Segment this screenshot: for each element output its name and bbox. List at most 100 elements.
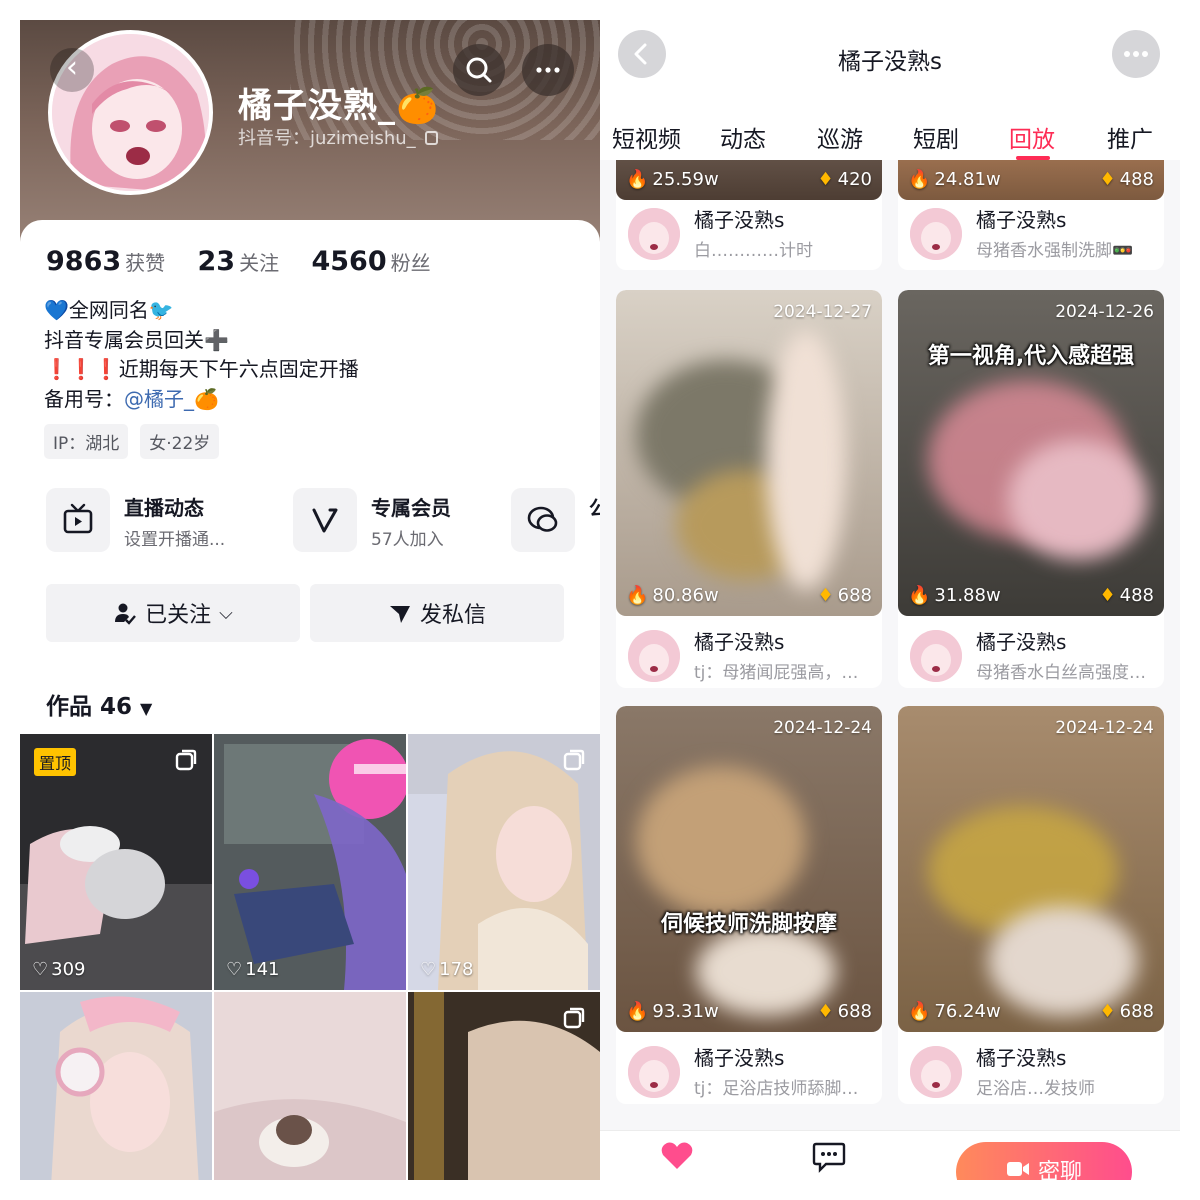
work-thumbnail[interactable]: 置顶 ♡ 309 xyxy=(20,734,212,990)
backup-account-link[interactable]: @橘子_🍊 xyxy=(124,387,219,411)
work-thumbnail[interactable] xyxy=(214,992,406,1180)
feature-title: 直播动态 xyxy=(124,496,204,520)
live-feature-button[interactable] xyxy=(46,488,110,552)
secret-chat-button[interactable]: 密聊 xyxy=(956,1142,1132,1180)
douyin-id[interactable]: 抖音号：juzimeishu_ xyxy=(238,124,439,150)
replay-description: 母猪香水白丝高强度… xyxy=(976,663,1146,683)
bottom-action-bar: 密聊 xyxy=(600,1130,1180,1180)
replay-date: 2024-12-24 xyxy=(1055,718,1154,738)
diamond-count-value: 488 xyxy=(1119,585,1154,606)
diamond-count-value: 688 xyxy=(837,585,872,606)
like-count: ♡ 309 xyxy=(32,959,86,980)
back-button[interactable]: ‹ xyxy=(50,48,94,92)
author-name: 橘子没熟s xyxy=(694,630,785,654)
replay-card[interactable]: 伺候技师洗脚按摩 2024-12-24 🔥 93.31w ♦ 688 橘子没熟s t… xyxy=(616,706,882,1104)
backup-label: 备用号： xyxy=(44,386,124,411)
view-count: 🔥 93.31w xyxy=(626,1001,719,1022)
more-dots-icon xyxy=(536,67,560,73)
replay-card[interactable]: 2024-12-27 🔥 80.86w ♦ 688 橘子没熟s tj：母猪闻屁强高，… xyxy=(616,290,882,688)
gender-age-tag: 女·22岁 xyxy=(140,424,220,459)
tab-short-video[interactable]: 短视频 xyxy=(612,120,681,154)
replay-meta: 橘子没熟s 母猪香水强制洗脚🚥 xyxy=(898,194,1164,266)
view-count: 🔥 24.81w xyxy=(908,169,1001,190)
diamond-count-value: 688 xyxy=(1119,1001,1154,1022)
group-chat-icon xyxy=(527,506,558,532)
send-message-button[interactable]: 发私信 xyxy=(310,584,564,642)
replay-top-bar: 橘子没熟s xyxy=(600,20,1180,100)
stat-value: 9863 xyxy=(46,246,122,277)
author-avatar[interactable] xyxy=(910,630,962,682)
profile-bio: 💙全网同名🐦 抖音专属会员回关➕ ❗❗❗近期每天下午六点固定开播 备用号：@橘子… xyxy=(44,296,359,414)
diamond-count-value: 488 xyxy=(1119,169,1154,190)
stat-following[interactable]: 23 关注 xyxy=(198,246,280,277)
more-button[interactable] xyxy=(1112,30,1160,78)
membership-feature-button[interactable] xyxy=(293,488,357,552)
heart-icon[interactable] xyxy=(660,1141,694,1171)
replay-overlay-text: 第一视角,代入感超强 xyxy=(927,344,1135,369)
tab-short-drama[interactable]: 短剧 xyxy=(913,120,959,154)
profile-name-text: 橘子没熟_ xyxy=(238,86,396,126)
author-avatar[interactable] xyxy=(910,1046,962,1098)
following-button[interactable]: 已关注 ⌵ xyxy=(46,584,300,642)
work-thumbnail[interactable]: ♡ 178 xyxy=(408,734,600,990)
orange-emoji: 🍊 xyxy=(396,86,440,126)
author-name: 橘子没熟s xyxy=(976,1046,1067,1070)
replay-meta: 橘子没熟s 足浴店…发技师 xyxy=(898,1032,1164,1104)
author-avatar[interactable] xyxy=(628,1046,680,1098)
replay-card[interactable]: 第一视角,代入感超强 2024-12-26 🔥 31.88w ♦ 488 橘子没熟s… xyxy=(898,290,1164,688)
author-name: 橘子没熟s xyxy=(976,208,1067,232)
replay-date: 2024-12-26 xyxy=(1055,302,1154,322)
view-count: 🔥 31.88w xyxy=(908,585,1001,606)
search-button[interactable] xyxy=(453,44,505,96)
video-camera-icon xyxy=(1006,1162,1029,1176)
replay-thumbnail: 2024-12-27 🔥 80.86w ♦ 688 xyxy=(616,290,882,616)
diamond-count: ♦ 488 xyxy=(1099,169,1155,190)
page-title: 橘子没熟s xyxy=(838,49,942,75)
stat-label: 关注 xyxy=(239,251,280,275)
stat-label: 获赞 xyxy=(125,251,166,275)
tab-moments[interactable]: 动态 xyxy=(720,120,766,154)
copy-icon[interactable] xyxy=(425,131,439,145)
multi-image-icon xyxy=(563,749,585,771)
work-thumbnail[interactable]: ♡ 141 xyxy=(214,734,406,990)
group-feature-button[interactable] xyxy=(511,488,575,552)
author-name: 橘子没熟s xyxy=(694,1046,785,1070)
ip-tag: IP：湖北 xyxy=(44,424,129,459)
tv-icon xyxy=(63,503,93,534)
bio-line: 备用号：@橘子_🍊 xyxy=(44,385,359,415)
works-grid: 置顶 ♡ 309 ♡ 141 ♡ 178 xyxy=(20,734,600,1180)
multi-image-icon xyxy=(563,1007,585,1029)
replay-card[interactable]: 2024-12-24 🔥 76.24w ♦ 688 橘子没熟s 足浴店…发技师 xyxy=(898,706,1164,1104)
content-tabs: 短视频 动态 巡游 短剧 回放 推广 xyxy=(600,100,1180,160)
pinned-badge: 置顶 xyxy=(34,748,77,776)
feature-row: 直播动态 设置开播通... 专属会员 57人加入 公 xyxy=(46,488,600,552)
stat-followers[interactable]: 4560 粉丝 xyxy=(311,246,430,277)
works-count: 作品 46 xyxy=(46,694,133,720)
view-count-value: 76.24w xyxy=(934,1001,1001,1022)
author-avatar[interactable] xyxy=(628,630,680,682)
author-avatar[interactable] xyxy=(910,208,962,260)
diamond-count: ♦ 688 xyxy=(817,1001,873,1022)
tab-promotion[interactable]: 推广 xyxy=(1107,120,1153,154)
feature-title: 专属会员 xyxy=(371,496,451,520)
message-icon[interactable] xyxy=(812,1141,846,1173)
view-count-value: 25.59w xyxy=(652,169,719,190)
replay-meta: 橘子没熟s 白…………计时 xyxy=(616,194,882,266)
feature-title: 公 xyxy=(589,496,600,520)
bio-line: ❗❗❗近期每天下午六点固定开播 xyxy=(44,357,359,381)
work-thumbnail[interactable] xyxy=(408,992,600,1180)
tab-replay[interactable]: 回放 xyxy=(1009,120,1055,154)
author-avatar[interactable] xyxy=(628,208,680,260)
douyin-id-text: 抖音号：juzimeishu_ xyxy=(238,128,416,149)
author-name: 橘子没熟s xyxy=(694,208,785,232)
bio-line: 💙全网同名🐦 xyxy=(44,298,174,322)
tab-tour[interactable]: 巡游 xyxy=(817,120,863,154)
stat-likes[interactable]: 9863 获赞 xyxy=(46,246,166,277)
work-thumbnail[interactable] xyxy=(20,992,212,1180)
followed-user-icon xyxy=(115,603,137,625)
view-count-value: 31.88w xyxy=(934,585,1001,606)
replay-thumbnail: 2024-12-24 🔥 76.24w ♦ 688 xyxy=(898,706,1164,1032)
more-button[interactable] xyxy=(522,44,574,96)
replay-description: tj：足浴店技师舔脚… xyxy=(694,1079,859,1099)
works-tab[interactable]: 作品 46 ▼ xyxy=(46,687,152,721)
